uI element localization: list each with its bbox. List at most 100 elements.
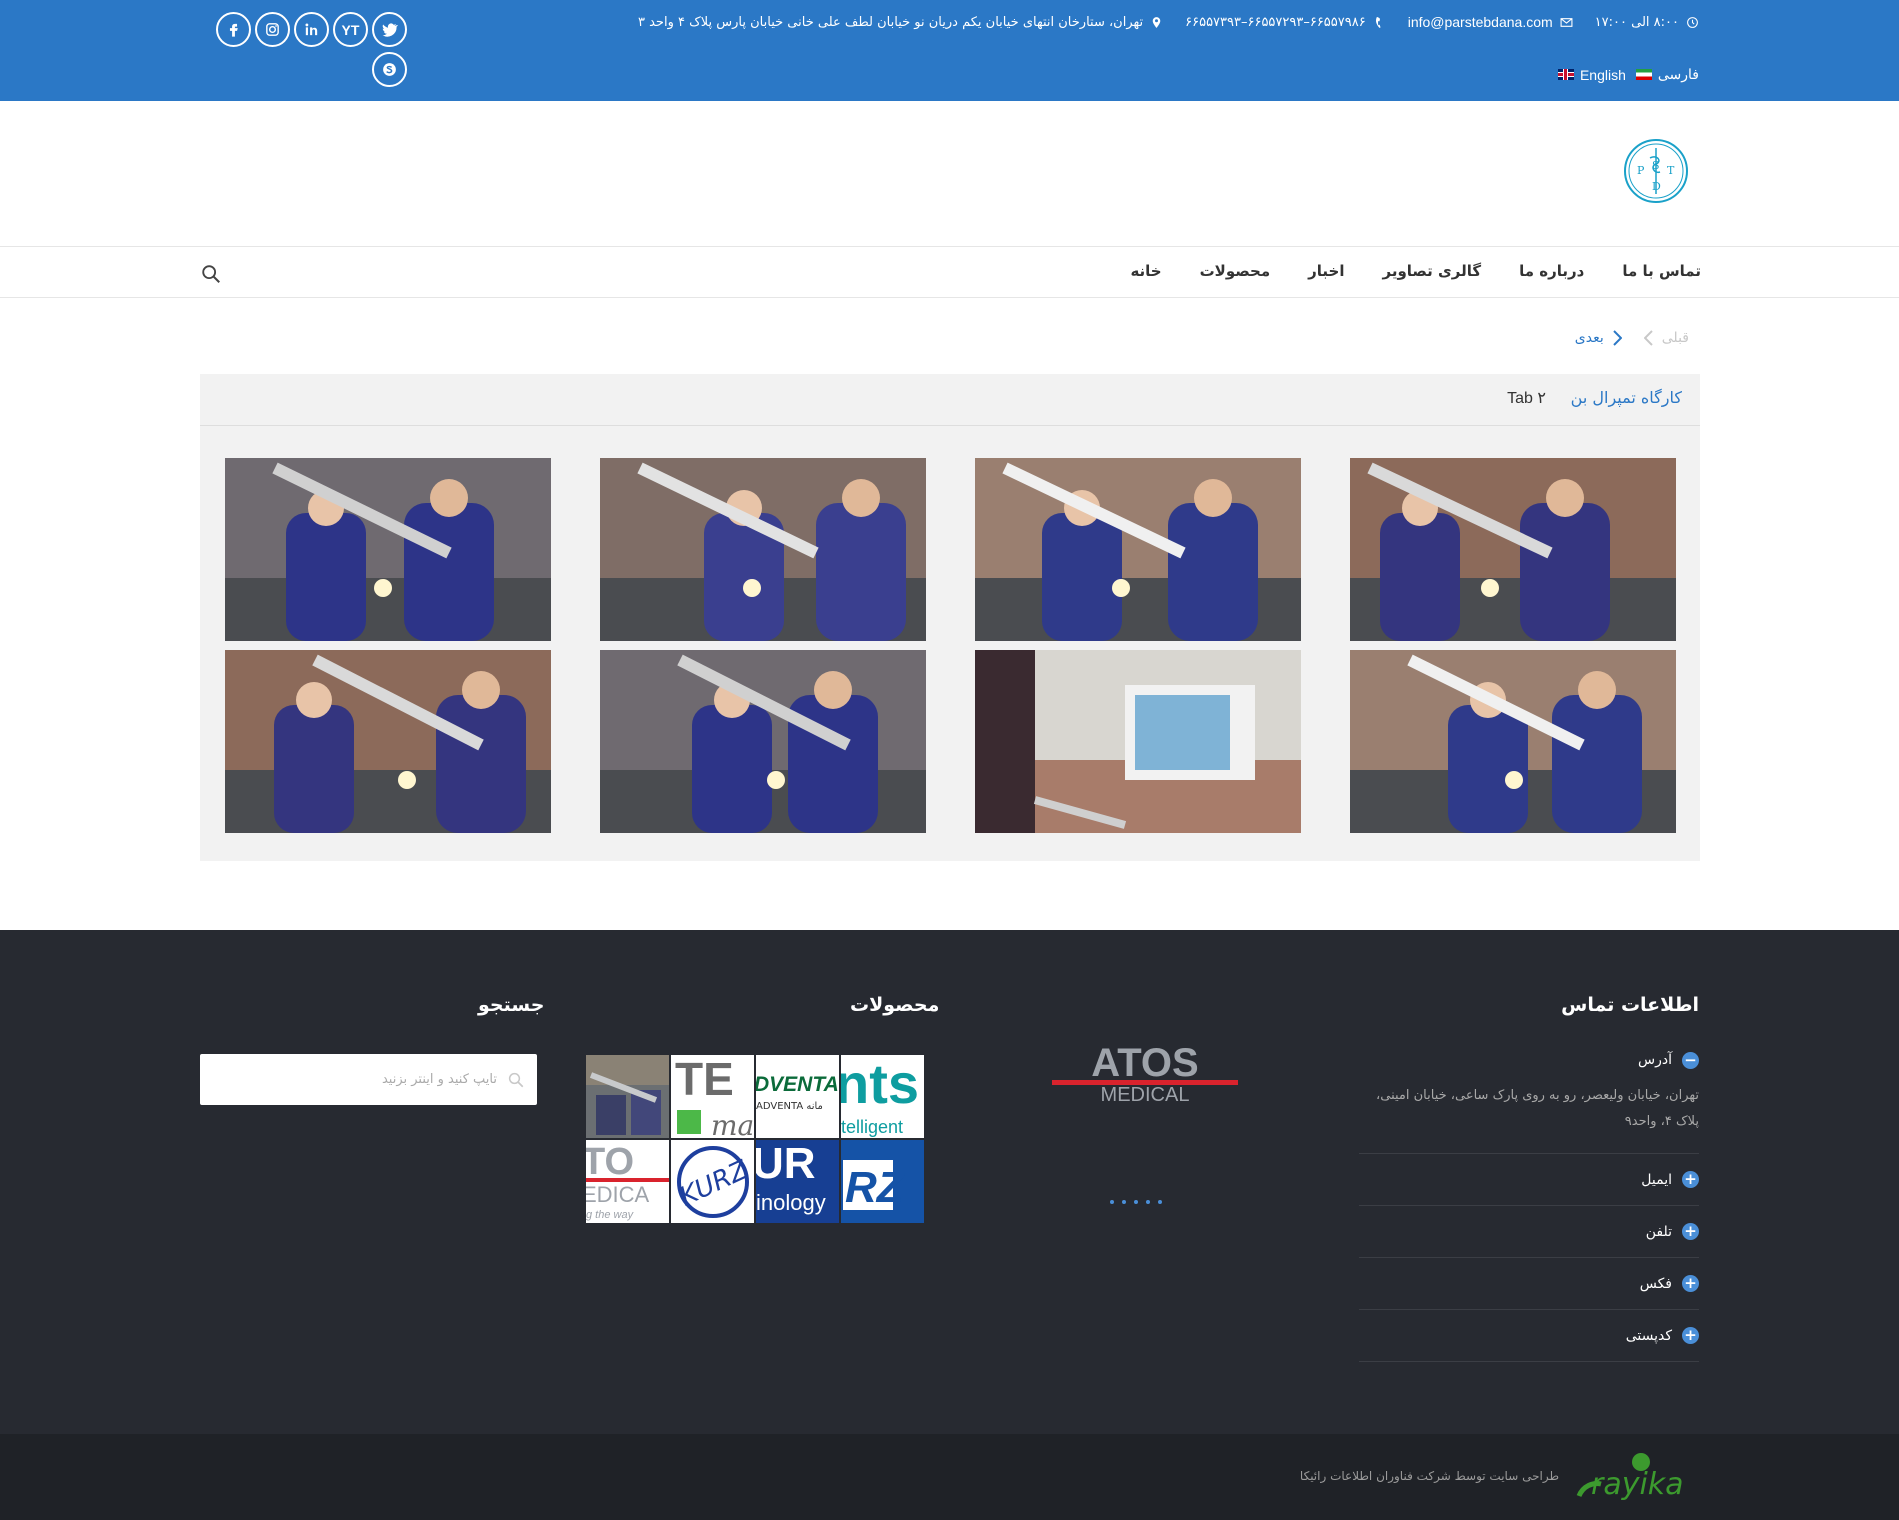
gallery-photo[interactable]	[600, 458, 926, 641]
plus-circle-icon: +	[1682, 1223, 1699, 1240]
brand-rz[interactable]: RZ	[841, 1140, 924, 1223]
linkedin-icon[interactable]	[294, 12, 329, 47]
phone-item[interactable]: ۶۶۵۵۷۹۸۶–۶۶۵۵۷۲۹۳–۶۶۵۵۷۳۹۳	[1185, 15, 1386, 30]
next-link[interactable]: بعدی	[1575, 330, 1622, 346]
gallery-photo[interactable]	[600, 650, 926, 833]
gallery-tabs: کارگاه تمپرال بن Tab ۲	[200, 374, 1700, 426]
youtube-icon[interactable]: YT	[333, 12, 368, 47]
contact-item-label: تلفن	[1645, 1223, 1672, 1240]
logo-letter-t: T	[1667, 164, 1675, 177]
nav-item-products[interactable]: محصولات	[1200, 262, 1271, 280]
contact-item-fax[interactable]: + فکس	[1359, 1258, 1699, 1310]
uk-flag-icon	[1557, 69, 1574, 80]
atos-medical-logo[interactable]: ATOS MEDICAL	[1050, 1042, 1240, 1102]
contact-item-phone[interactable]: + تلفن	[1359, 1206, 1699, 1258]
brand-ur-subtext: inology	[756, 1190, 826, 1215]
address-detail: تهران، خیابان ولیعصر، رو به روی پارک ساع…	[1359, 1075, 1699, 1154]
plus-circle-icon: +	[1682, 1275, 1699, 1292]
brand-atos-small[interactable]: TO EDICA g the way	[586, 1140, 669, 1223]
nav-item-gallery[interactable]: گالری تصاویر	[1382, 262, 1481, 280]
brand-nts[interactable]: nts telligent	[841, 1055, 924, 1138]
footer-search-input[interactable]	[237, 1072, 497, 1087]
footer: اطلاعات تماس − آدرس تهران، خیابان ولیعصر…	[0, 930, 1899, 1434]
design-credit[interactable]: طراحی سایت توسط شرکت فناوران اطلاعات رائ…	[1300, 1469, 1559, 1483]
rayika-logo[interactable]: rayika	[1571, 1448, 1699, 1508]
skype-icon[interactable]	[372, 52, 407, 87]
brand-tex-text: TE	[675, 1055, 734, 1105]
top-bar: تهران، ستارخان انتهای خیابان یکم دریان ن…	[0, 0, 1899, 101]
envelope-icon	[1560, 17, 1573, 27]
nav-item-about[interactable]: درباره ما	[1519, 262, 1584, 280]
gallery-photo[interactable]	[975, 458, 1301, 641]
atos-logo-text: ATOS	[1091, 1042, 1198, 1085]
iran-flag-icon	[1635, 69, 1652, 80]
brand-ur[interactable]: UR inology	[756, 1140, 839, 1223]
carousel-dot[interactable]	[1146, 1200, 1150, 1204]
gallery-photo[interactable]	[975, 650, 1301, 833]
tab-2[interactable]: Tab ۲	[1507, 388, 1546, 408]
phone-icon	[1375, 16, 1381, 28]
carousel-dot[interactable]	[1158, 1200, 1162, 1204]
logo-letter-p: P	[1637, 164, 1645, 177]
brand-adventa-subtext: ADVENTA ما‌نه	[756, 1101, 823, 1112]
product-brands-grid: TE ma DVENTA ADVENTA ما‌نه nts telligent TO…	[586, 1055, 924, 1225]
plus-circle-icon: +	[1682, 1171, 1699, 1188]
nav-item-home[interactable]: خانه	[1130, 262, 1161, 280]
prev-link[interactable]: قبلی	[1643, 330, 1689, 346]
gallery-photo[interactable]	[1350, 458, 1676, 641]
brand-adventa-text: DVENTA	[756, 1073, 839, 1096]
tab-temporal-bone-workshop[interactable]: کارگاه تمپرال بن	[1571, 388, 1682, 407]
bottom-bar: طراحی سایت توسط شرکت فناوران اطلاعات رائ…	[0, 1434, 1899, 1520]
social-links: YT	[212, 12, 407, 87]
carousel-dot[interactable]	[1122, 1200, 1126, 1204]
brand-kurz[interactable]: KURZ	[671, 1140, 754, 1223]
site-logo[interactable]: P T S D	[1623, 138, 1689, 204]
instagram-icon[interactable]	[255, 12, 290, 47]
gallery-photo[interactable]	[1350, 650, 1676, 833]
carousel-dot[interactable]	[1110, 1200, 1114, 1204]
contact-item-email[interactable]: + ایمیل	[1359, 1154, 1699, 1206]
prev-label: قبلی	[1661, 330, 1689, 346]
twitter-icon[interactable]	[372, 12, 407, 47]
hours-text: ۸:۰۰ الی ۱۷:۰۰	[1594, 14, 1679, 30]
carousel-dots	[1110, 1200, 1162, 1204]
nav-item-contact[interactable]: تماس با ما	[1622, 262, 1701, 280]
clock-icon	[1687, 16, 1698, 28]
facebook-icon[interactable]	[216, 12, 251, 47]
email-item[interactable]: info@parstebdana.com	[1408, 14, 1573, 30]
address-item: تهران، ستارخان انتهای خیابان یکم دریان ن…	[638, 15, 1163, 30]
gallery-panel: کارگاه تمپرال بن Tab ۲	[200, 374, 1700, 861]
brand-atos-small-tagline: g the way	[586, 1209, 635, 1221]
lang-english[interactable]: English	[1557, 66, 1626, 83]
contact-info-title: اطلاعات تماس	[1561, 994, 1699, 1016]
map-pin-icon	[1152, 16, 1161, 28]
nav-item-news[interactable]: اخبار	[1308, 262, 1344, 280]
contact-item-label: ایمیل	[1641, 1171, 1672, 1188]
footer-search	[200, 1054, 537, 1105]
contact-item-postal-code[interactable]: + کدپستی	[1359, 1310, 1699, 1362]
pager: بعدی قبلی	[1575, 330, 1689, 346]
chevron-right-icon	[1613, 330, 1622, 346]
gallery-photo[interactable]	[225, 458, 551, 641]
atos-logo-subtext: MEDICAL	[1101, 1084, 1190, 1102]
contact-item-label: فکس	[1639, 1275, 1672, 1292]
carousel-dot[interactable]	[1134, 1200, 1138, 1204]
lang-persian[interactable]: فارسی	[1635, 66, 1699, 83]
lang-english-label: English	[1579, 66, 1626, 83]
search-icon[interactable]	[200, 263, 222, 285]
plus-circle-icon: +	[1682, 1327, 1699, 1344]
brand-nts-subtext: telligent	[841, 1117, 903, 1137]
contact-item-label: کدپستی	[1625, 1327, 1672, 1344]
nav-menu: خانه محصولات اخبار گالری تصاویر درباره م…	[1130, 262, 1701, 280]
minus-circle-icon: −	[1682, 1051, 1699, 1069]
contact-item-address[interactable]: − آدرس	[1359, 1045, 1699, 1075]
lang-persian-label: فارسی	[1657, 66, 1699, 82]
brand-ur-text: UR	[756, 1140, 816, 1188]
phone-text: ۶۶۵۵۷۹۸۶–۶۶۵۵۷۲۹۳–۶۶۵۵۷۳۹۳	[1185, 14, 1366, 30]
brand-adventa[interactable]: DVENTA ADVENTA ما‌نه	[756, 1055, 839, 1138]
brand-tex-subtext: ma	[711, 1109, 754, 1138]
gallery-photo[interactable]	[225, 650, 551, 833]
brand-tex[interactable]: TE ma	[671, 1055, 754, 1138]
search-icon	[508, 1072, 524, 1087]
brand-photo[interactable]	[586, 1055, 669, 1138]
